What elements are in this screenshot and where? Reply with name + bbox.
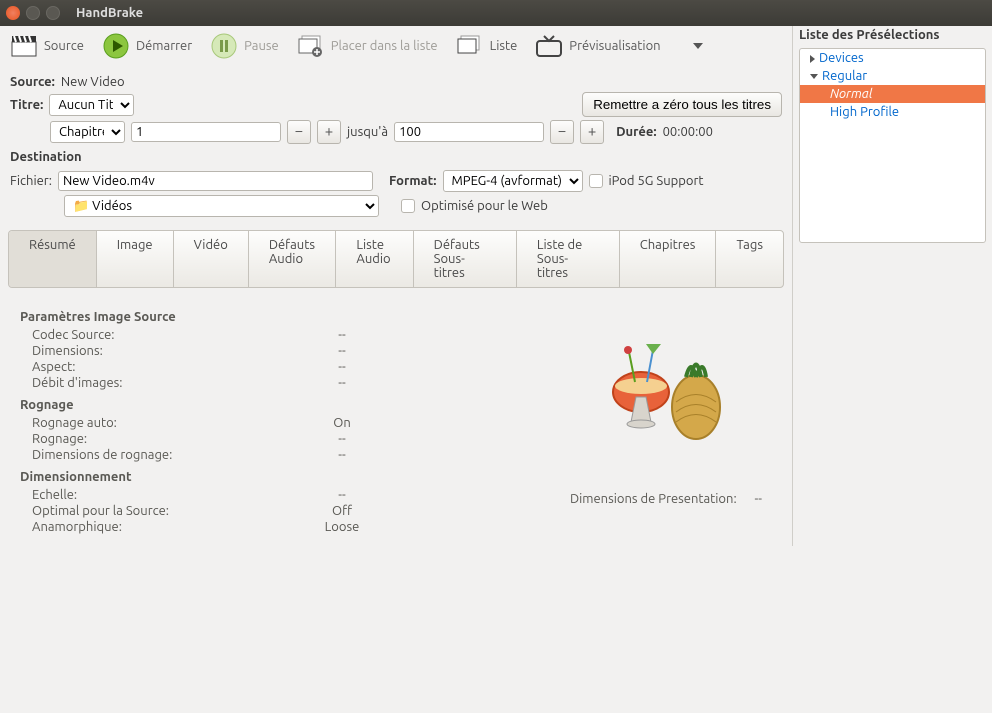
anam-val: Loose	[312, 520, 372, 534]
presets-tree: DevicesRegularNormalHigh Profile	[799, 48, 986, 243]
toolbar-start-button[interactable]: Démarrer	[102, 32, 192, 60]
cropdims-val: --	[312, 448, 372, 462]
toolbar-pause-button[interactable]: Pause	[210, 32, 279, 60]
tab-bar: RésuméImageVidéoDéfauts AudioListe Audio…	[8, 230, 784, 288]
codec-label: Codec Source:	[32, 328, 312, 342]
title-bar: HandBrake	[0, 0, 992, 26]
dims-val: --	[312, 344, 372, 358]
title-select[interactable]: Aucun Titre	[49, 94, 134, 116]
tab-chapitres[interactable]: Chapitres	[620, 231, 717, 287]
toolbar-addqueue-button[interactable]: Placer dans la liste	[297, 32, 438, 60]
toolbar: Source Démarrer Pause Placer dans la lis…	[0, 26, 792, 66]
autocrop-label: Rognage auto:	[32, 416, 312, 430]
tab-liste-de-sous-titres[interactable]: Liste de Sous-titres	[517, 231, 620, 287]
toolbar-list-label: Liste	[490, 39, 518, 53]
ipod-label: iPod 5G Support	[609, 174, 704, 188]
tab-vidéo[interactable]: Vidéo	[174, 231, 249, 287]
title-label: Titre:	[10, 98, 43, 112]
range-to-label: jusqu'à	[347, 125, 388, 139]
clapper-icon	[10, 32, 38, 60]
toolbar-source-label: Source	[44, 39, 84, 53]
presdims-val: --	[755, 492, 763, 506]
scale-val: --	[312, 488, 372, 502]
cropdims-label: Dimensions de rognage:	[32, 448, 312, 462]
autocrop-val: On	[312, 416, 372, 430]
range-mode-select[interactable]: Chapitres:	[50, 121, 125, 143]
fps-label: Débit d'images:	[32, 376, 312, 390]
sizing-header: Dimensionnement	[20, 470, 560, 484]
tab-liste-audio[interactable]: Liste Audio	[336, 231, 413, 287]
file-input[interactable]	[58, 171, 373, 191]
file-label: Fichier:	[10, 174, 52, 188]
window-maximize-icon[interactable]	[46, 6, 60, 20]
toolbar-preview-button[interactable]: Prévisualisation	[535, 32, 660, 60]
toolbar-source-button[interactable]: Source	[10, 32, 84, 60]
toolbar-list-button[interactable]: Liste	[456, 32, 518, 60]
window-minimize-icon[interactable]	[26, 6, 40, 20]
handbrake-logo	[560, 302, 772, 452]
preset-group-regular[interactable]: Regular	[800, 67, 985, 85]
presets-title: Liste des Présélections	[793, 26, 992, 44]
range-to-minus[interactable]: −	[550, 120, 574, 144]
fps-val: --	[312, 376, 372, 390]
list-icon	[456, 32, 484, 60]
preset-item-high-profile[interactable]: High Profile	[800, 103, 985, 121]
tab-résumé[interactable]: Résumé	[9, 231, 97, 287]
scale-label: Echelle:	[32, 488, 312, 502]
destination-header: Destination	[10, 150, 782, 164]
crop-header: Rognage	[20, 398, 560, 412]
reset-titles-button[interactable]: Remettre a zéro tous les titres	[582, 92, 782, 117]
toolbar-dropdown-icon[interactable]	[693, 43, 703, 49]
source-value: New Video	[61, 75, 125, 89]
tab-défauts-audio[interactable]: Défauts Audio	[249, 231, 337, 287]
aspect-val: --	[312, 360, 372, 374]
preset-item-normal[interactable]: Normal	[800, 85, 985, 103]
window-close-icon[interactable]	[6, 6, 20, 20]
crop-val: --	[312, 432, 372, 446]
source-label: Source:	[10, 75, 55, 89]
preset-group-devices[interactable]: Devices	[800, 49, 985, 67]
summary-panel: Paramètres Image Source Codec Source:-- …	[0, 292, 792, 546]
format-select[interactable]: MPEG-4 (avformat)	[443, 170, 583, 192]
window-title: HandBrake	[76, 6, 143, 20]
toolbar-pause-label: Pause	[244, 39, 279, 53]
format-label: Format:	[389, 174, 437, 188]
tab-tags[interactable]: Tags	[716, 231, 783, 287]
tab-défauts-sous-titres[interactable]: Défauts Sous-titres	[414, 231, 517, 287]
presdims-label: Dimensions de Presentation:	[570, 492, 737, 506]
range-to-plus[interactable]: +	[580, 120, 604, 144]
optimal-val: Off	[312, 504, 372, 518]
toolbar-start-label: Démarrer	[136, 39, 192, 53]
dims-label: Dimensions:	[32, 344, 312, 358]
anam-label: Anamorphique:	[32, 520, 312, 534]
pause-icon	[210, 32, 238, 60]
src-params-header: Paramètres Image Source	[20, 310, 560, 324]
folder-select[interactable]: 📁 Vidéos	[64, 195, 379, 217]
range-from-plus[interactable]: +	[317, 120, 341, 144]
tab-image[interactable]: Image	[97, 231, 174, 287]
optimal-label: Optimal pour la Source:	[32, 504, 312, 518]
range-from-minus[interactable]: −	[287, 120, 311, 144]
web-checkbox[interactable]	[401, 199, 415, 213]
play-icon	[102, 32, 130, 60]
toolbar-addqueue-label: Placer dans la liste	[331, 39, 438, 53]
codec-val: --	[312, 328, 372, 342]
duration-label: Durée:	[616, 125, 657, 139]
aspect-label: Aspect:	[32, 360, 312, 374]
addqueue-icon	[297, 32, 325, 60]
range-from-input[interactable]	[131, 122, 281, 142]
range-to-input[interactable]	[394, 122, 544, 142]
toolbar-preview-label: Prévisualisation	[569, 39, 660, 53]
tv-icon	[535, 32, 563, 60]
duration-value: 00:00:00	[663, 125, 713, 139]
ipod-checkbox[interactable]	[589, 174, 603, 188]
web-label: Optimisé pour le Web	[421, 199, 548, 213]
crop-label: Rognage:	[32, 432, 312, 446]
